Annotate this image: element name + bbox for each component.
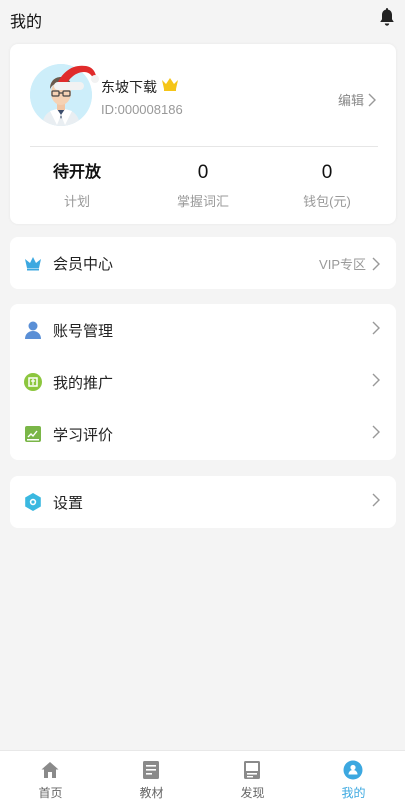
bell-icon[interactable]: [378, 8, 396, 28]
menu-item-vip-center[interactable]: 会员中心 VIP专区: [10, 237, 396, 289]
menu-item-label: 设置: [53, 495, 84, 512]
stat-label: 钱包(元): [303, 194, 351, 209]
crown-icon: [25, 257, 41, 271]
menu-item-study-review[interactable]: 学习评价: [10, 408, 396, 460]
tab-textbook[interactable]: 教材: [101, 751, 202, 800]
book-icon: [25, 426, 41, 442]
gear-icon: [25, 493, 41, 511]
settings-card: 设置: [10, 476, 396, 528]
menu-item-label: 账号管理: [53, 323, 114, 340]
chevron-right-icon: [368, 93, 376, 106]
menu-item-label: 学习评价: [53, 427, 114, 444]
bottom-tab-bar: 首页 教材 发现 我的: [0, 750, 405, 800]
profile-card: 东坡下载 ID:000008186 编辑 待开放 计划 0 掌握词汇 0 钱包(…: [10, 44, 396, 224]
page-title: 我的: [10, 14, 43, 31]
chevron-right-icon: [372, 425, 380, 439]
menu-item-right: [372, 373, 380, 387]
santa-hat-icon: [54, 65, 99, 90]
tab-profile[interactable]: 我的: [303, 751, 404, 800]
avatar-area[interactable]: [30, 64, 99, 130]
chevron-right-icon: [372, 373, 380, 387]
username: 东坡下载: [101, 79, 157, 95]
account-card: 账号管理 我的推广 学习评价: [10, 304, 396, 460]
stat-vocabulary[interactable]: 0 掌握词汇: [148, 162, 258, 210]
menu-item-label: 我的推广: [53, 375, 114, 392]
menu-item-promotion[interactable]: 我的推广: [10, 356, 396, 408]
chevron-right-icon: [372, 321, 380, 335]
menu-item-right: [372, 425, 380, 439]
home-icon: [41, 762, 59, 778]
tab-discover[interactable]: 发现: [202, 751, 303, 800]
menu-item-right: VIP专区: [319, 254, 380, 273]
promotion-icon: [24, 373, 42, 391]
stat-value: 待开放: [52, 164, 101, 181]
discover-icon: [244, 761, 260, 779]
tab-label: 教材: [139, 786, 164, 800]
user-id: ID:000008186: [101, 102, 183, 117]
tab-label: 我的: [341, 786, 366, 800]
stat-value: 0: [197, 162, 209, 183]
crown-icon: [162, 78, 178, 91]
stat-value: 0: [321, 162, 333, 183]
edit-label: 编辑: [337, 93, 364, 108]
menu-item-label: 会员中心: [53, 256, 114, 273]
vip-card: 会员中心 VIP专区: [10, 237, 396, 289]
vip-zone-label: VIP专区: [319, 257, 366, 272]
chevron-right-icon: [372, 257, 380, 270]
chevron-right-icon: [372, 493, 380, 507]
stat-label: 计划: [63, 194, 90, 209]
tab-label: 发现: [240, 786, 265, 800]
edit-profile-button[interactable]: 编辑: [338, 90, 376, 109]
menu-item-right: [372, 321, 380, 335]
user-icon: [25, 321, 41, 339]
profile-icon: [343, 760, 363, 780]
stat-wallet[interactable]: 0 钱包(元): [272, 162, 382, 210]
divider: [30, 146, 378, 147]
tab-label: 首页: [38, 786, 63, 800]
stat-plan[interactable]: 待开放 计划: [22, 162, 132, 210]
top-bar: 我的: [0, 0, 405, 36]
menu-item-settings[interactable]: 设置: [10, 476, 396, 528]
stat-label: 掌握词汇: [176, 194, 229, 209]
menu-item-right: [372, 493, 380, 507]
menu-item-account[interactable]: 账号管理: [10, 304, 396, 356]
tab-home[interactable]: 首页: [0, 751, 101, 800]
textbook-icon: [143, 761, 159, 779]
